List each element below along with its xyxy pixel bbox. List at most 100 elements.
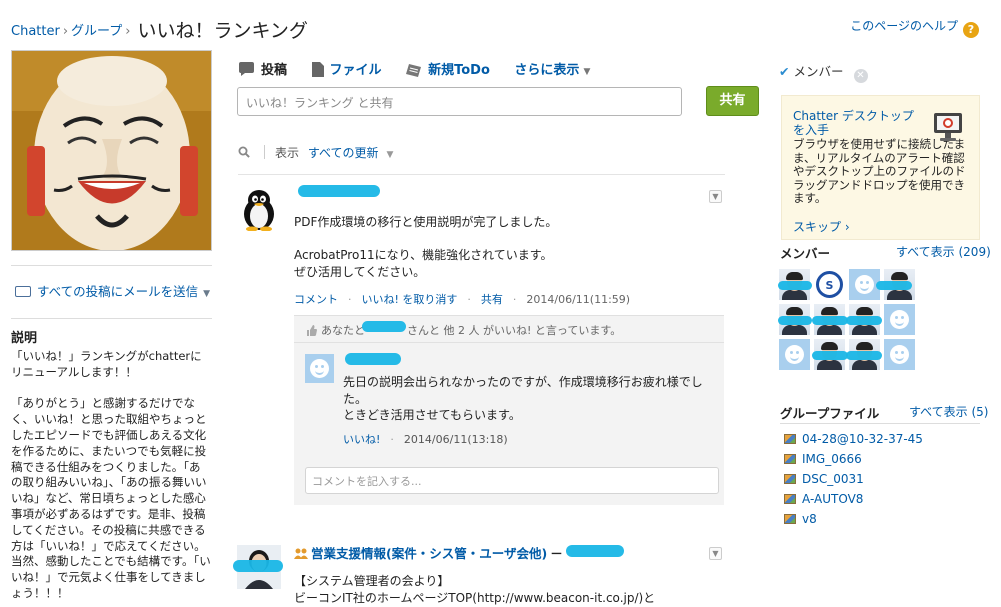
feed-filter-select[interactable]: すべての更新 <box>308 146 379 160</box>
group-files-heading: グループファイル <box>780 406 880 421</box>
file-item[interactable]: A-AUTOV8 <box>784 492 923 512</box>
default-user-icon <box>890 345 909 364</box>
divider <box>294 342 724 343</box>
post-menu-button[interactable]: ▼ <box>709 190 722 203</box>
divider <box>238 174 725 175</box>
file-item[interactable]: v8 <box>784 512 923 532</box>
svg-text:S: S <box>826 279 834 292</box>
comment-input[interactable]: コメントを記入する... <box>305 467 719 494</box>
publisher-tabs: 投稿 ファイル 新規ToDo さらに表示 ▼ <box>238 59 610 78</box>
redacted-liker-name-mark <box>362 321 406 332</box>
monitor-icon <box>931 110 965 144</box>
member-status-label: メンバー <box>793 64 844 79</box>
redacted-author-name <box>298 185 380 197</box>
default-user-icon <box>855 275 874 294</box>
help-link-label: このページのヘルプ <box>850 19 958 33</box>
post-timestamp[interactable]: 2014/06/11(11:59) <box>526 293 630 306</box>
image-file-icon <box>784 434 796 444</box>
mask-image <box>12 51 211 250</box>
image-file-icon <box>784 494 796 504</box>
search-icon[interactable] <box>238 146 250 158</box>
separator-dot: · <box>390 433 394 446</box>
tab-post-label: 投稿 <box>261 63 288 78</box>
tab-post[interactable]: 投稿 <box>238 59 287 78</box>
envelope-icon <box>15 286 31 297</box>
file-item[interactable]: DSC_0031 <box>784 472 923 492</box>
file-name: DSC_0031 <box>802 472 864 486</box>
divider <box>11 318 212 319</box>
comment-body: 先日の説明会出られなかったのですが、作成環境移行お疲れ様でした。 ときどき活用さ… <box>343 375 703 422</box>
redaction-mark <box>778 281 812 290</box>
chevron-down-icon: ▼ <box>203 289 211 299</box>
comment-link[interactable]: コメント <box>294 293 338 306</box>
avatar[interactable] <box>305 354 334 383</box>
image-file-icon <box>784 454 796 464</box>
share-link[interactable]: 共有 <box>481 293 503 306</box>
feed-filter: 表示 すべての更新 ▼ <box>238 144 393 161</box>
member-avatar[interactable] <box>884 339 915 370</box>
redaction-mark <box>812 316 848 325</box>
breadcrumb-chatter-link[interactable]: Chatter <box>11 24 60 39</box>
member-avatar[interactable] <box>884 304 915 335</box>
file-item[interactable]: 04-28@10-32-37-45 <box>784 432 923 452</box>
tab-file[interactable]: ファイル <box>311 59 382 78</box>
separator-dot: · <box>467 293 471 306</box>
checkmark-icon: ✔ <box>779 64 790 79</box>
divider <box>264 145 265 159</box>
promo-title-link[interactable]: Chatter デスクトップを入手 <box>793 109 923 137</box>
chevron-down-icon: ▼ <box>583 67 591 77</box>
tab-new-todo-label: 新規ToDo <box>428 63 490 78</box>
breadcrumb-separator: › <box>125 24 131 39</box>
promo-text: ブラウザを使用せずに接続したまま、リアルタイムのアラート確認やデスクトップ上のフ… <box>793 137 966 205</box>
group-icon <box>294 548 308 559</box>
redaction-mark <box>812 351 848 360</box>
separator-dot: · <box>512 293 517 306</box>
default-user-icon <box>310 359 329 378</box>
file-name: 04-28@10-32-37-45 <box>802 432 923 446</box>
post-body: PDF作成環境の移行と使用説明が完了しました。 AcrobatPro11になり、… <box>294 215 558 279</box>
divider <box>11 265 212 266</box>
member-avatar[interactable]: S <box>814 269 845 300</box>
leave-group-button[interactable]: ✕ <box>853 69 868 83</box>
help-icon: ? <box>963 22 979 38</box>
tab-new-todo[interactable]: 新規ToDo <box>406 59 490 78</box>
email-all-posts-link[interactable]: すべての投稿にメールを送信 ▼ <box>15 281 210 300</box>
comment-like-link[interactable]: いいね! <box>343 433 380 446</box>
redaction-mark <box>778 316 812 325</box>
email-all-posts-label: すべての投稿にメールを送信 <box>37 284 199 299</box>
comment-meta: いいね! · 2014/06/11(13:18) <box>343 431 508 447</box>
member-avatar[interactable] <box>779 339 810 370</box>
thumbs-up-icon <box>307 325 317 336</box>
description-text: 「いいね！」ランキングがchatterにリニューアルします！！ 「ありがとう」と… <box>11 349 211 600</box>
chevron-down-icon[interactable]: ▼ <box>387 150 394 160</box>
breadcrumb-groups-link[interactable]: グループ <box>71 24 122 39</box>
help-link[interactable]: このページのヘルプ? <box>850 17 979 38</box>
description-heading: 説明 <box>11 331 38 346</box>
group-link[interactable]: 営業支援情報(案件・シス管・ユーザ会他) <box>311 546 547 561</box>
tab-more-label: さらに表示 <box>514 63 580 78</box>
default-user-icon <box>890 310 909 329</box>
post-menu-button[interactable]: ▼ <box>709 547 722 560</box>
member-logo-image: S <box>816 271 843 298</box>
unlike-link[interactable]: いいね! を取り消す <box>362 293 458 306</box>
avatar[interactable] <box>237 187 281 231</box>
file-item[interactable]: IMG_0666 <box>784 452 923 472</box>
likes-summary: あなたと さんと 他 2 人 がいいね! と言っています。 <box>306 322 621 338</box>
promo-skip-link[interactable]: スキップ › <box>793 218 850 235</box>
image-file-icon <box>784 474 796 484</box>
breadcrumb: Chatter › グループ › いいね！ランキング <box>11 16 308 43</box>
share-button[interactable]: 共有 <box>706 86 759 116</box>
share-input[interactable]: いいね！ランキング と共有 <box>237 87 682 116</box>
likes-suffix: さんと 他 2 人 がいいね! と言っています。 <box>407 324 622 337</box>
tab-more[interactable]: さらに表示 ▼ <box>514 59 590 78</box>
separator-dot: · <box>348 293 352 306</box>
group-photo <box>11 50 212 251</box>
tab-file-label: ファイル <box>329 63 382 78</box>
files-show-all-link[interactable]: すべて表示 (5) <box>909 403 989 420</box>
redaction-mark <box>876 281 912 290</box>
likes-prefix: あなたと <box>321 324 365 337</box>
arrow-separator: － <box>550 546 563 561</box>
members-show-all-link[interactable]: すべて表示 (209) <box>896 243 991 260</box>
breadcrumb-separator: › <box>62 24 69 39</box>
image-file-icon <box>784 514 796 524</box>
